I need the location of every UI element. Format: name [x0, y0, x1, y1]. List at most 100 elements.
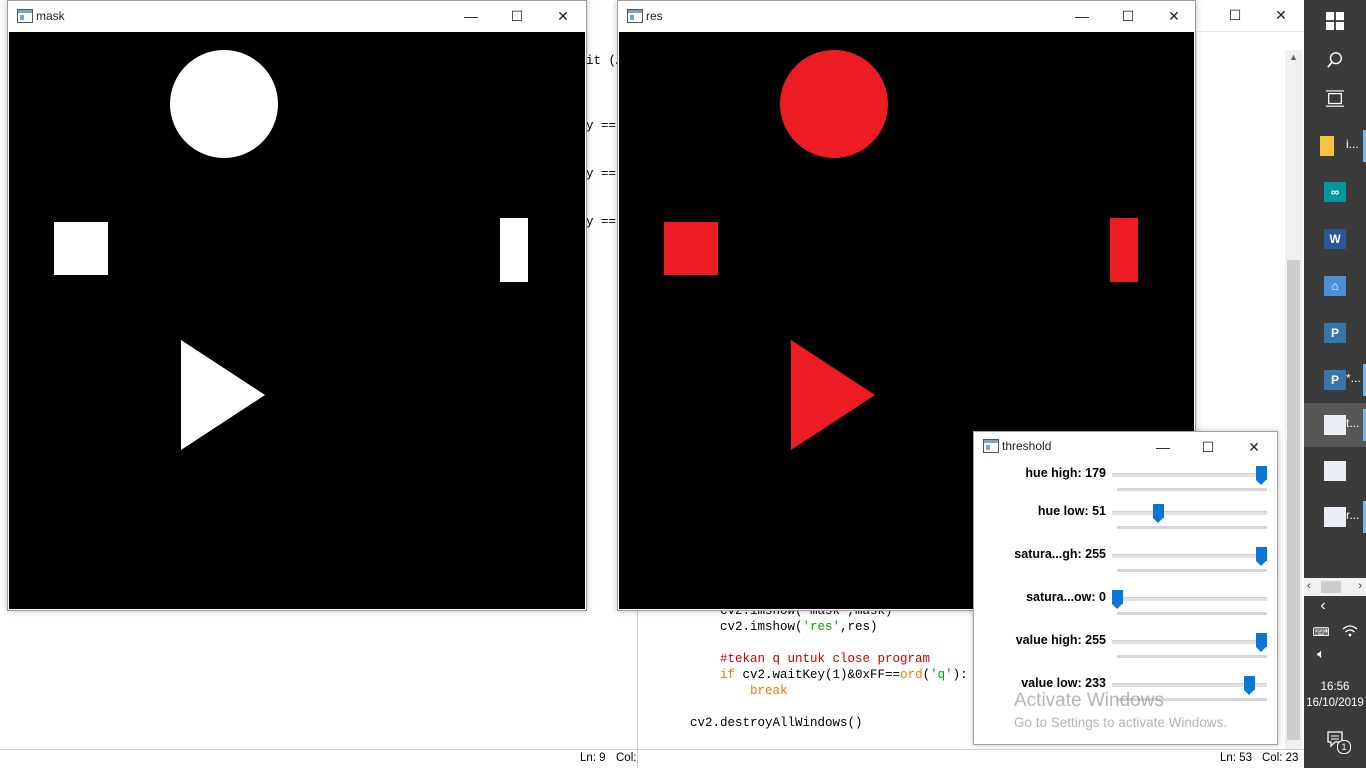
maximize-button[interactable]: ☐	[1185, 432, 1231, 462]
volume-icon[interactable]: 🔈︎	[1310, 644, 1332, 664]
trackbar-track[interactable]	[1112, 640, 1267, 644]
code-fragment: y ==	[586, 167, 617, 181]
python-icon: P	[1324, 323, 1346, 343]
taskbar-app-button[interactable]: r...	[1304, 495, 1366, 539]
code-token: break	[750, 684, 788, 698]
network-computer-icon: ⌂	[1324, 276, 1346, 296]
square-shape	[54, 222, 108, 275]
taskbar-app-button[interactable]: P *...	[1304, 358, 1366, 402]
trackbar-track[interactable]	[1112, 597, 1267, 601]
app-icon	[627, 9, 643, 23]
window-icon	[1324, 415, 1346, 435]
clock-date[interactable]: 16/10/2019	[1304, 697, 1366, 709]
code-token: ):	[952, 668, 968, 682]
trackbar-thumb[interactable]	[1256, 633, 1267, 652]
trackbar-track[interactable]	[1112, 511, 1267, 515]
minimize-button[interactable]: —	[448, 1, 494, 31]
trackbar-track[interactable]	[1112, 473, 1267, 477]
maximize-button[interactable]: ☐	[1212, 0, 1258, 30]
trackbar-thumb[interactable]	[1256, 547, 1267, 566]
circle-shape	[170, 50, 278, 158]
maximize-button[interactable]: ☐	[1105, 1, 1151, 31]
window-title: mask	[36, 9, 65, 23]
close-button[interactable]: ✕	[1231, 432, 1277, 462]
taskbar-app-button[interactable]: i...	[1304, 124, 1366, 168]
clock-time[interactable]: 16:56	[1304, 681, 1366, 693]
app-icon	[17, 9, 33, 23]
title-bar[interactable]: mask — ☐ ✕	[8, 1, 586, 31]
trackbar-row: value high: 255	[974, 630, 1276, 673]
trackbar-thumb[interactable]	[1112, 590, 1123, 609]
action-center-button[interactable]: 1	[1304, 724, 1366, 768]
code-area[interactable]: cv2.imshow('mask',mask) cv2.imshow('res'…	[660, 603, 968, 731]
taskbar-app-label: i...	[1346, 137, 1359, 151]
app-icon	[983, 439, 999, 453]
trackbar-row: hue low: 51	[974, 501, 1276, 544]
taskbar-app-button[interactable]: W	[1304, 217, 1366, 261]
title-bar[interactable]: res — ☐ ✕	[618, 1, 1195, 31]
status-line: Ln: 9	[580, 752, 606, 764]
window-icon	[1324, 507, 1346, 527]
vertical-scrollbar[interactable]: ▲	[1285, 50, 1302, 749]
code-token: (	[922, 668, 931, 682]
window-title: threshold	[1002, 439, 1052, 453]
tray-row-2: 🔈︎	[1304, 644, 1366, 666]
code-line: if cv2.waitKey(1)&0xFF==ord('q'):	[660, 667, 968, 683]
status-line: Ln: 53	[1220, 752, 1252, 764]
taskbar-app-button[interactable]: ∞	[1304, 170, 1366, 214]
maximize-button[interactable]: ☐	[494, 1, 540, 31]
taskbar-app-button[interactable]: t...	[1304, 403, 1366, 447]
scroll-right-arrow[interactable]: ›	[1358, 580, 1362, 592]
title-bar[interactable]: threshold — ☐ ✕	[974, 432, 1277, 462]
trackbar-thumb[interactable]	[1243, 676, 1255, 695]
search-button[interactable]	[1304, 38, 1366, 82]
minimize-button[interactable]: —	[1140, 432, 1186, 462]
code-token: if	[720, 668, 736, 682]
close-button[interactable]: ✕	[1151, 1, 1197, 31]
scroll-up-arrow[interactable]: ▲	[1285, 52, 1302, 62]
scroll-left-arrow[interactable]: ‹	[1307, 580, 1311, 592]
code-token: cv2.waitKey(1)&0xFF==	[735, 668, 901, 682]
code-token: ,res)	[840, 620, 878, 634]
taskbar-scrollbar[interactable]: ‹ ›	[1304, 578, 1366, 596]
taskbar-app-label: r...	[1346, 508, 1360, 522]
trackbar-tick-line	[1117, 612, 1267, 615]
trackbar-track[interactable]	[1112, 554, 1267, 558]
taskbar-app-label: t...	[1346, 416, 1360, 430]
close-button[interactable]: ✕	[540, 1, 586, 31]
taskbar-app-button[interactable]: ⌂	[1304, 264, 1366, 308]
trackbar-label: satura...ow: 0	[1026, 590, 1106, 604]
activate-windows-title: Activate Windows	[1014, 690, 1164, 711]
trackbar-thumb[interactable]	[1153, 504, 1165, 523]
mask-window[interactable]: mask — ☐ ✕	[7, 0, 587, 611]
folder-icon	[1320, 136, 1334, 156]
trackbar-label: value low: 233	[1021, 676, 1106, 690]
search-icon	[1327, 52, 1343, 68]
minimize-button[interactable]: —	[1059, 1, 1105, 31]
close-button[interactable]: ✕	[1258, 0, 1304, 30]
trackbar-label: value high: 255	[1015, 633, 1106, 647]
code-line: #tekan q untuk close program	[660, 651, 968, 667]
code-line: cv2.destroyAllWindows()	[660, 715, 968, 731]
taskbar-app-button[interactable]	[1304, 449, 1366, 493]
task-view-button[interactable]	[1304, 77, 1366, 121]
code-token: ord	[900, 668, 923, 682]
scrollbar-thumb[interactable]	[1287, 260, 1300, 740]
trackbar-thumb[interactable]	[1256, 466, 1267, 485]
rectangle-shape	[500, 218, 528, 282]
scroll-thumb[interactable]	[1321, 581, 1341, 593]
wifi-icon[interactable]	[1342, 624, 1358, 638]
show-hidden-icons-button[interactable]: ‹	[1304, 596, 1366, 620]
code-line: break	[660, 683, 968, 699]
activate-windows-subtitle: Go to Settings to activate Windows.	[1014, 715, 1228, 730]
chevron-left-icon: ‹	[1320, 597, 1326, 614]
taskbar: i... ∞ W ⌂ P P *... t... r... ‹ › ‹ ⌨ 🔈︎ 16:56 1…	[1304, 0, 1366, 768]
trackbar-label: hue low: 51	[1037, 504, 1106, 518]
taskbar-app-button[interactable]: P	[1304, 311, 1366, 355]
status-bar: Ln: 53 Col: 23	[638, 749, 1305, 768]
trackbar-row: hue high: 179	[974, 463, 1276, 506]
mask-image	[9, 32, 585, 609]
ime-icon[interactable]: ⌨	[1310, 622, 1332, 642]
